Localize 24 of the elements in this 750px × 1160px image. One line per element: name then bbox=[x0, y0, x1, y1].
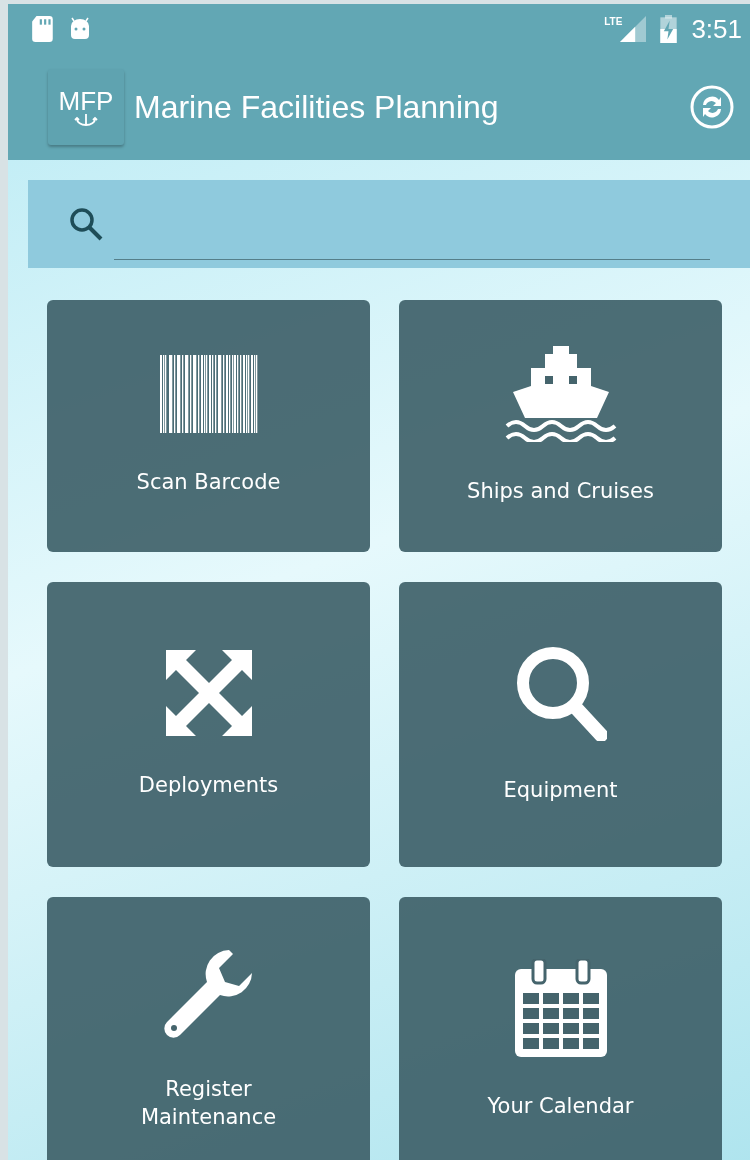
menu-tile[interactable]: Register Maintenance bbox=[47, 897, 370, 1160]
app-title: Marine Facilities Planning bbox=[134, 88, 499, 126]
clock-time: 3:51 bbox=[691, 13, 742, 45]
calendar-icon bbox=[514, 958, 607, 1057]
wrench-icon bbox=[162, 948, 255, 1041]
ship-icon bbox=[504, 346, 617, 443]
signal-icon bbox=[620, 16, 647, 42]
expand-arrows-icon bbox=[165, 649, 252, 736]
android-icon bbox=[68, 17, 92, 41]
network-label: LTE bbox=[604, 16, 623, 27]
menu-tile[interactable]: Scan Barcode bbox=[47, 300, 370, 552]
search-icon bbox=[68, 206, 104, 242]
menu-tile[interactable]: Equipment bbox=[399, 582, 722, 867]
menu-tile[interactable]: Ships and Cruises bbox=[399, 300, 722, 552]
menu-tile[interactable]: Deployments bbox=[47, 582, 370, 867]
anchor-icon bbox=[74, 114, 98, 126]
battery-icon bbox=[660, 15, 678, 43]
logo-text: MFP bbox=[58, 88, 114, 114]
sd-card-icon bbox=[32, 16, 54, 42]
refresh-icon[interactable] bbox=[690, 85, 734, 129]
search-field[interactable] bbox=[28, 180, 750, 268]
menu-tile[interactable]: Your Calendar bbox=[399, 897, 722, 1160]
search-icon bbox=[514, 644, 607, 741]
barcode-icon bbox=[159, 355, 258, 434]
